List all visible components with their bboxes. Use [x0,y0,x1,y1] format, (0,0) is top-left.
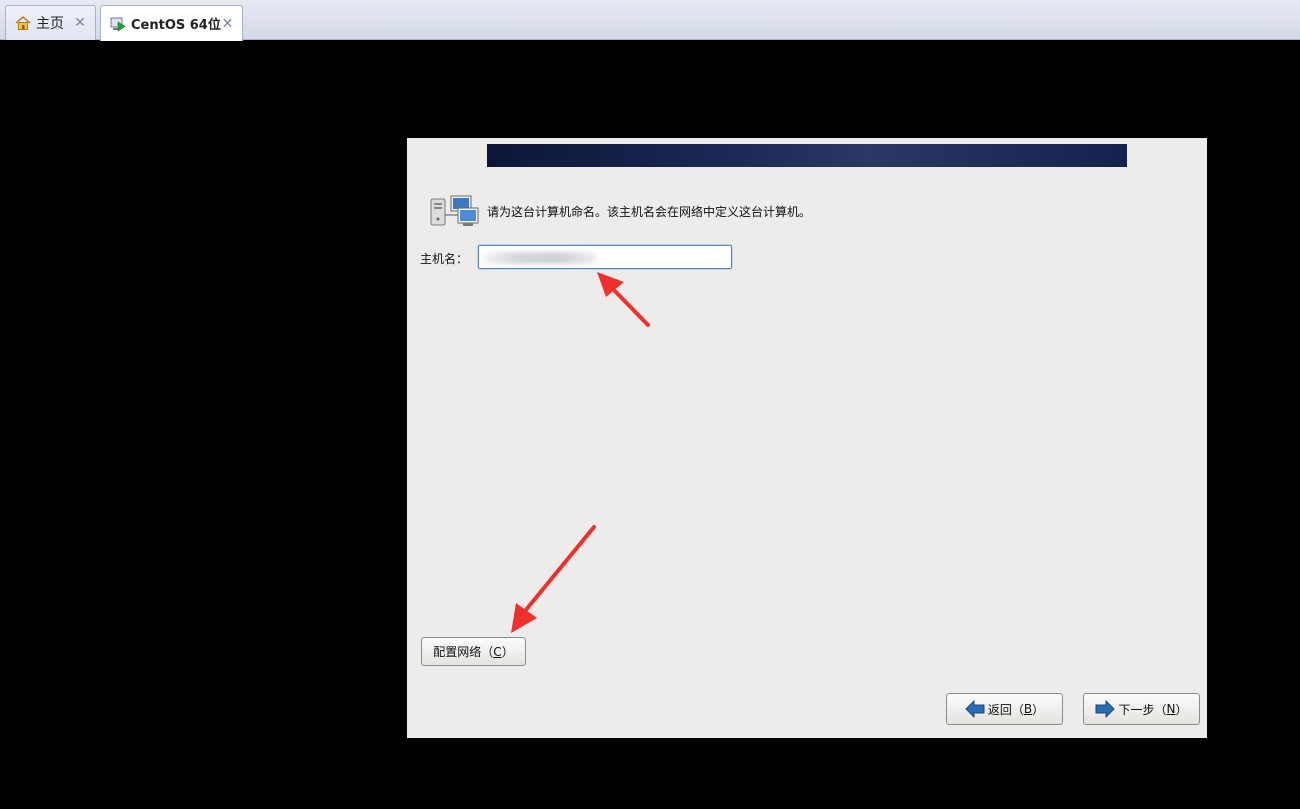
button-mnemonic: N [1166,702,1176,716]
prompt-text: 请为这台计算机命名。该主机名会在网络中定义这台计算机。 [487,204,812,219]
hostname-prompt: 请为这台计算机命名。该主机名会在网络中定义这台计算机。 [429,195,811,227]
button-suffix: ） [501,645,514,659]
home-icon [15,15,31,31]
button-label: 下一步（ [1118,702,1167,717]
tab-centos[interactable]: CentOS 64位 ✕ [100,5,243,41]
close-icon[interactable]: ✕ [73,15,87,31]
button-suffix: ） [1032,702,1045,717]
button-mnemonic: C [493,644,502,659]
close-icon[interactable]: ✕ [221,16,234,32]
network-computers-icon [429,195,479,227]
hostname-label: 主机名： [420,252,469,266]
tab-strip: 主页 ✕ CentOS 64位 ✕ [0,0,1300,41]
button-label: 返回（ [987,702,1024,717]
arrow-right-icon [1095,699,1116,719]
tab-label: 主页 [36,16,64,32]
configure-network-button[interactable]: 配置网络（ C） [421,637,526,666]
back-button[interactable]: 返回（ B） [946,693,1063,725]
button-suffix: ） [1175,702,1188,717]
next-button[interactable]: 下一步（ N） [1083,693,1200,725]
installer-banner [487,144,1127,167]
button-label: 配置网络（ [433,645,494,659]
tab-label: CentOS 64位 [131,18,221,33]
arrow-left-icon [965,699,985,719]
vm-running-icon [110,16,126,32]
tab-home[interactable]: 主页 ✕ [5,5,96,40]
hostname-redaction [483,252,597,264]
installer-window: 请为这台计算机命名。该主机名会在网络中定义这台计算机。 主机名： 配置网络（ C）… [407,138,1207,738]
button-mnemonic: B [1023,702,1033,716]
